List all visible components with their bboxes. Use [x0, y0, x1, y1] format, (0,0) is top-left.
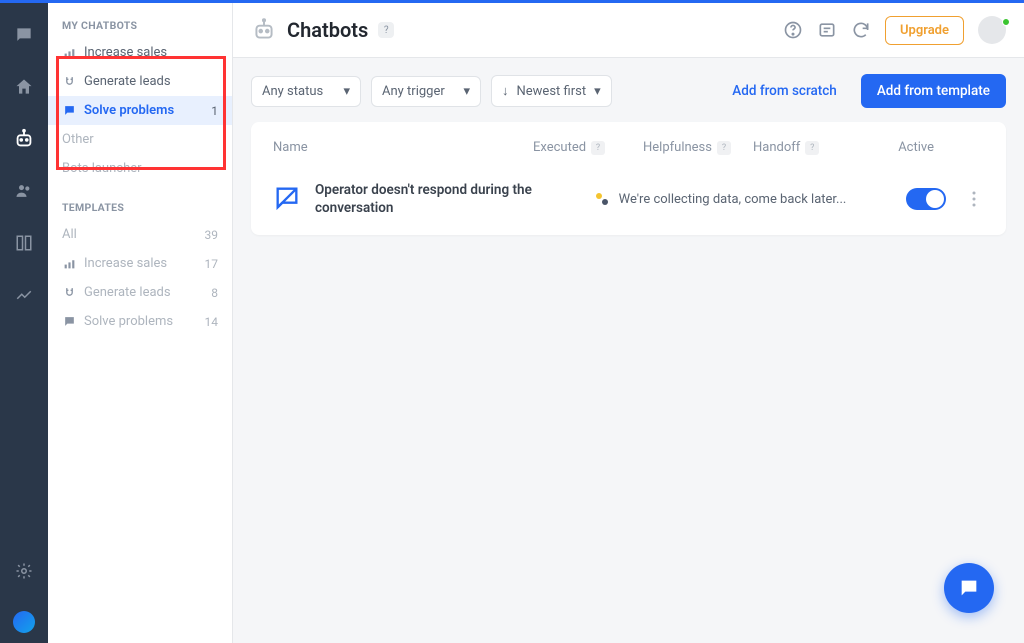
col-name: Name [273, 140, 533, 155]
sidebar-item-count: 39 [205, 228, 219, 242]
sidebar-item-count: 14 [205, 315, 219, 329]
nav-chat-icon[interactable] [12, 23, 36, 47]
sidebar: MY CHATBOTS Increase sales Generate lead… [48, 3, 233, 643]
growth-icon [62, 46, 76, 60]
topbar: Chatbots ? Upgrade [233, 3, 1024, 58]
help-icon[interactable]: ? [805, 141, 819, 155]
sidebar-item-bots-launcher[interactable]: Bots launcher [62, 154, 218, 183]
sidebar-item-label: Increase sales [84, 256, 167, 271]
sort-dropdown[interactable]: ↓ Newest first ▾ [491, 75, 612, 107]
my-chatbots-heading: MY CHATBOTS [62, 11, 218, 38]
templates-heading: TEMPLATES [62, 193, 218, 220]
sidebar-item-solve-problems[interactable]: Solve problems 1 [48, 96, 232, 125]
template-item-solve-problems[interactable]: Solve problems 14 [62, 307, 218, 336]
nav-analytics-icon[interactable] [12, 283, 36, 307]
nav-apps-icon[interactable] [12, 231, 36, 255]
table-header: Name Executed? Helpfulness? Handoff? Act… [251, 122, 1006, 169]
news-icon[interactable] [817, 20, 837, 40]
template-item-all[interactable]: All 39 [62, 220, 218, 249]
col-handoff: Handoff? [753, 140, 863, 155]
template-item-generate-leads[interactable]: Generate leads 8 [62, 278, 218, 307]
caret-down-icon: ▾ [463, 84, 470, 99]
template-item-increase-sales[interactable]: Increase sales 17 [62, 249, 218, 278]
nav-settings-icon[interactable] [12, 559, 36, 583]
nav-rail [0, 3, 48, 643]
sidebar-item-generate-leads[interactable]: Generate leads [62, 67, 218, 96]
refresh-icon[interactable] [851, 20, 871, 40]
upgrade-button[interactable]: Upgrade [885, 16, 964, 45]
sidebar-item-increase-sales[interactable]: Increase sales [62, 38, 218, 67]
sidebar-item-count: 17 [205, 257, 219, 271]
trigger-dropdown-label: Any trigger [382, 84, 445, 99]
add-from-scratch-button[interactable]: Add from scratch [718, 75, 851, 107]
growth-icon [62, 257, 76, 271]
sidebar-item-label: Bots launcher [62, 161, 142, 176]
caret-down-icon: ▾ [343, 84, 350, 99]
sidebar-item-label: All [62, 227, 77, 242]
sidebar-item-label: Generate leads [84, 285, 171, 300]
status-dropdown[interactable]: Any status ▾ [251, 76, 361, 107]
chat-icon [62, 315, 76, 329]
sidebar-item-other[interactable]: Other [62, 125, 218, 154]
magnet-icon [62, 75, 76, 89]
sidebar-item-label: Solve problems [84, 314, 173, 329]
add-from-template-button[interactable]: Add from template [861, 74, 1006, 108]
filter-bar: Any status ▾ Any trigger ▾ ↓ Newest firs… [233, 58, 1024, 118]
chat-fab-button[interactable] [944, 563, 994, 613]
row-actions-menu[interactable] [964, 189, 984, 209]
status-dot-icon [1002, 18, 1010, 26]
nav-visitors-icon[interactable] [12, 179, 36, 203]
brand-logo-icon [13, 611, 35, 633]
help-circle-icon[interactable] [783, 20, 803, 40]
sidebar-item-count: 8 [211, 286, 218, 300]
collecting-message: We're collecting data, come back later..… [619, 192, 847, 207]
help-icon[interactable]: ? [378, 22, 394, 38]
sidebar-item-label: Other [62, 132, 94, 147]
row-name: Operator doesn't respond during the conv… [315, 181, 533, 217]
col-active: Active [863, 140, 984, 155]
nav-home-icon[interactable] [12, 75, 36, 99]
satellite-icon [593, 190, 611, 208]
robot-icon [251, 17, 277, 43]
sort-arrow-icon: ↓ [502, 83, 509, 99]
chat-icon [62, 104, 76, 118]
table-row[interactable]: Operator doesn't respond during the conv… [251, 169, 1006, 235]
col-helpfulness: Helpfulness? [643, 140, 753, 155]
page-title: Chatbots [287, 18, 368, 42]
trigger-dropdown[interactable]: Any trigger ▾ [371, 76, 481, 107]
avatar[interactable] [978, 16, 1006, 44]
sort-dropdown-label: Newest first [517, 84, 587, 99]
sidebar-item-label: Generate leads [84, 74, 171, 89]
active-toggle[interactable] [906, 188, 946, 210]
magnet-icon [62, 286, 76, 300]
nav-chatbots-icon[interactable] [12, 127, 36, 151]
sidebar-item-count: 1 [211, 104, 218, 118]
help-icon[interactable]: ? [717, 141, 731, 155]
sidebar-item-label: Increase sales [84, 45, 167, 60]
help-icon[interactable]: ? [591, 141, 605, 155]
status-dropdown-label: Any status [262, 84, 323, 99]
col-executed: Executed? [533, 140, 643, 155]
chatbots-table: Name Executed? Helpfulness? Handoff? Act… [251, 122, 1006, 235]
caret-down-icon: ▾ [594, 84, 601, 99]
chat-disabled-icon [273, 184, 303, 214]
sidebar-item-label: Solve problems [84, 103, 174, 118]
